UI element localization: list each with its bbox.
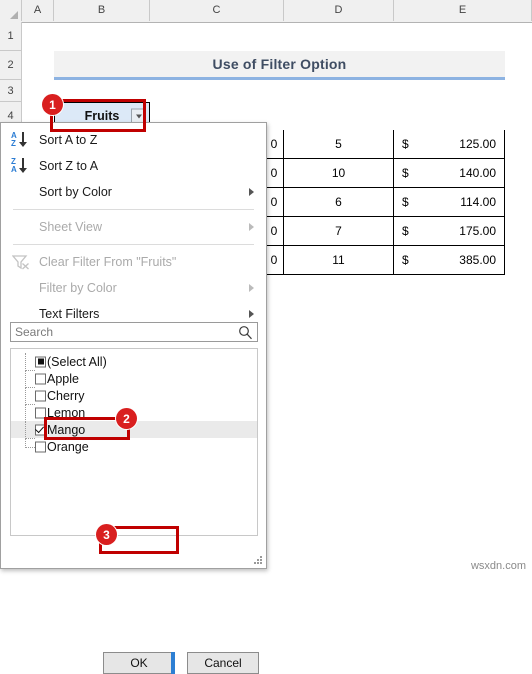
corner-triangle-icon xyxy=(10,11,18,19)
menu-item-clear-filter-label: Clear Filter From "Fruits" xyxy=(39,255,177,269)
checkbox-orange[interactable] xyxy=(35,441,46,452)
menu-divider xyxy=(13,244,254,245)
menu-item-clear-filter: Clear Filter From "Fruits" xyxy=(1,249,266,275)
chevron-right-icon xyxy=(249,310,254,318)
row-header-3[interactable]: 3 xyxy=(0,80,22,102)
tree-line xyxy=(25,404,35,422)
chevron-right-icon xyxy=(249,284,254,292)
tree-line xyxy=(25,387,35,405)
cell-weight-3[interactable]: 6 xyxy=(284,188,394,217)
list-item-orange[interactable]: Orange xyxy=(11,438,257,455)
filter-values-list[interactable]: (Select All) Apple Cherry Lemon Mango Or… xyxy=(10,348,258,536)
menu-item-sort-a-to-z[interactable]: AZ Sort A to Z xyxy=(1,127,266,153)
checkbox-mango[interactable] xyxy=(35,424,46,435)
menu-item-sort-z-to-a[interactable]: ZA Sort Z to A xyxy=(1,153,266,179)
list-item-select-all-label: (Select All) xyxy=(47,354,107,369)
currency-symbol: $ xyxy=(402,224,409,238)
currency-symbol: $ xyxy=(402,253,409,267)
search-input[interactable]: Search xyxy=(15,323,53,341)
currency-symbol: $ xyxy=(402,166,409,180)
tree-line xyxy=(25,421,35,439)
cell-weight-5[interactable]: 11 xyxy=(284,246,394,275)
cell-total-3-value: 114.00 xyxy=(460,195,496,209)
cell-unit-price-4[interactable]: 0 xyxy=(264,217,284,246)
list-item-orange-label: Orange xyxy=(47,439,89,454)
filter-dropdown-panel: AZ Sort A to Z ZA Sort Z to A Sort by Co… xyxy=(0,122,267,674)
cell-unit-price-5[interactable]: 0 xyxy=(264,246,284,275)
row-header-2[interactable]: 2 xyxy=(0,51,22,80)
cell-weight-2[interactable]: 10 xyxy=(284,159,394,188)
resize-grip[interactable] xyxy=(254,556,263,565)
cell-total-1[interactable]: $ 125.00 xyxy=(394,130,505,159)
column-header-row: A B C D E xyxy=(0,0,532,23)
list-item-cherry[interactable]: Cherry xyxy=(11,387,257,405)
checkbox-lemon[interactable] xyxy=(35,407,46,418)
checkbox-apple[interactable] xyxy=(35,373,46,384)
cancel-button[interactable]: Cancel xyxy=(187,652,259,674)
cell-total-4-value: 175.00 xyxy=(459,224,496,238)
menu-item-sheet-view-label: Sheet View xyxy=(39,220,103,234)
currency-symbol: $ xyxy=(402,137,409,151)
column-header-b[interactable]: B xyxy=(54,0,150,21)
row-header-1[interactable]: 1 xyxy=(0,22,22,51)
column-header-a[interactable]: A xyxy=(22,0,54,21)
cell-unit-price-1[interactable]: 0 xyxy=(264,130,284,159)
list-item-apple-label: Apple xyxy=(47,371,79,386)
checkbox-cherry[interactable] xyxy=(35,390,46,401)
cell-unit-price-3[interactable]: 0 xyxy=(264,188,284,217)
menu-divider xyxy=(13,209,254,210)
chevron-right-icon xyxy=(249,188,254,196)
menu-item-sheet-view: Sheet View xyxy=(1,214,266,240)
column-header-e[interactable]: E xyxy=(394,0,532,21)
sort-za-icon: ZA xyxy=(10,157,34,175)
column-header-d[interactable]: D xyxy=(284,0,394,21)
cell-total-2-value: 140.00 xyxy=(459,166,496,180)
clear-filter-icon xyxy=(10,253,34,271)
cell-total-1-value: 125.00 xyxy=(459,137,496,151)
tree-line xyxy=(25,370,35,388)
cell-weight-1[interactable]: 5 xyxy=(284,130,394,159)
ok-button[interactable]: OK xyxy=(103,652,175,674)
annotation-badge-3: 3 xyxy=(96,524,117,545)
table-header-fruits-label: Fruits xyxy=(84,109,120,123)
menu-item-filter-by-color: Filter by Color xyxy=(1,275,266,301)
list-item-select-all[interactable]: (Select All) xyxy=(11,353,257,371)
column-header-c[interactable]: C xyxy=(150,0,284,21)
menu-item-sort-z-to-a-label: Sort Z to A xyxy=(39,159,99,173)
cell-weight-4[interactable]: 7 xyxy=(284,217,394,246)
search-icon xyxy=(238,325,253,345)
watermark: wsxdn.com xyxy=(470,560,526,572)
chevron-down-icon xyxy=(135,114,142,118)
sheet-title: Use of Filter Option xyxy=(54,51,505,80)
menu-item-sort-a-to-z-label: Sort A to Z xyxy=(39,133,98,147)
cell-total-2[interactable]: $ 140.00 xyxy=(394,159,505,188)
sort-az-icon: AZ xyxy=(10,131,34,149)
tree-line xyxy=(25,353,35,371)
list-item-apple[interactable]: Apple xyxy=(11,370,257,388)
cell-total-3[interactable]: $ 114.00 xyxy=(394,188,505,217)
menu-item-sort-by-color[interactable]: Sort by Color xyxy=(1,179,266,205)
list-item-cherry-label: Cherry xyxy=(47,388,85,403)
cell-total-5[interactable]: $ 385.00 xyxy=(394,246,505,275)
tree-line xyxy=(25,438,35,448)
cell-unit-price-2[interactable]: 0 xyxy=(264,159,284,188)
annotation-badge-2: 2 xyxy=(116,408,137,429)
annotation-badge-1: 1 xyxy=(42,94,63,115)
currency-symbol: $ xyxy=(402,195,409,209)
list-item-mango-label: Mango xyxy=(47,422,86,437)
select-all-corner[interactable] xyxy=(0,0,22,21)
menu-item-filter-by-color-label: Filter by Color xyxy=(39,281,117,295)
cell-total-4[interactable]: $ 175.00 xyxy=(394,217,505,246)
menu-item-sort-by-color-label: Sort by Color xyxy=(39,185,112,199)
chevron-right-icon xyxy=(249,223,254,231)
list-item-lemon-label: Lemon xyxy=(47,405,86,420)
checkbox-select-all[interactable] xyxy=(35,356,46,367)
cell-total-5-value: 385.00 xyxy=(459,253,496,267)
menu-item-text-filters-label: Text Filters xyxy=(39,307,100,321)
search-box[interactable]: Search xyxy=(10,322,258,342)
